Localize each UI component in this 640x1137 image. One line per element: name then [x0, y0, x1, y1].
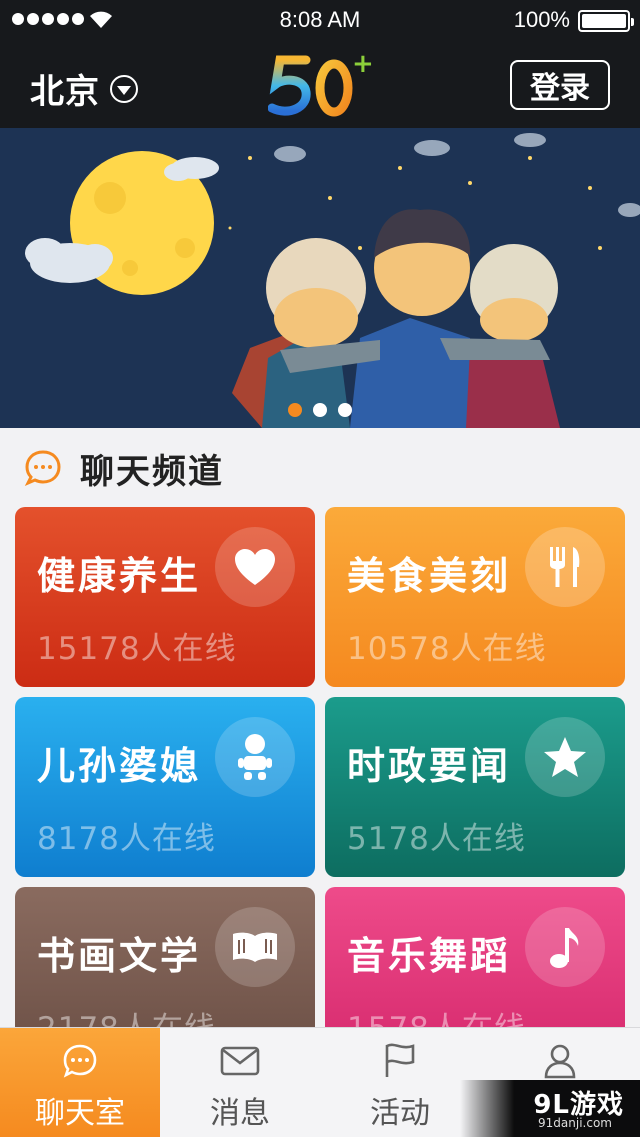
- envelope-icon: [220, 1044, 260, 1078]
- channel-card-family[interactable]: 儿孙婆媳 8178人在线: [15, 697, 315, 877]
- channel-card-news[interactable]: 时政要闻 5178人在线: [325, 697, 625, 877]
- city-selector[interactable]: 北京: [30, 64, 138, 113]
- top-header: 8:08 AM 100% 北京 + 登录: [0, 0, 640, 128]
- star-icon: [525, 717, 605, 797]
- channel-card-food[interactable]: 美食美刻 10578人在线: [325, 507, 625, 687]
- battery-icon: [578, 10, 634, 32]
- watermark-url: 91danji.com: [538, 1116, 612, 1130]
- svg-text:+: +: [352, 52, 374, 79]
- channel-title: 健康养生: [37, 554, 202, 598]
- app-screen: { "status_bar": { "time": "8:08 AM", "ba…: [0, 0, 640, 1137]
- user-icon: [543, 1044, 577, 1079]
- channel-card-health[interactable]: 健康养生 15178人在线: [15, 507, 315, 687]
- battery-percent: 100%: [513, 7, 570, 32]
- login-button[interactable]: 登录: [510, 60, 610, 110]
- tab-label: 聊天室: [35, 1096, 125, 1131]
- city-name: 北京: [30, 72, 100, 112]
- channel-title: 音乐舞蹈: [347, 934, 512, 978]
- carousel-indicator: [288, 403, 352, 417]
- carousel-dot[interactable]: [288, 403, 302, 417]
- tab-activities[interactable]: 活动: [320, 1028, 480, 1137]
- tab-label: 活动: [370, 1096, 430, 1131]
- channel-title: 书画文学: [37, 934, 202, 978]
- channel-title: 时政要闻: [347, 744, 512, 788]
- channel-title: 美食美刻: [347, 554, 512, 598]
- channel-online-count: 15178人在线: [37, 631, 237, 667]
- heart-icon: [215, 527, 295, 607]
- tab-messages[interactable]: 消息: [160, 1028, 320, 1137]
- baby-icon: [215, 717, 295, 797]
- channel-online-count: 5178人在线: [347, 821, 526, 857]
- music-note-icon: [525, 907, 605, 987]
- flag-icon: [383, 1043, 417, 1078]
- app-logo: +: [268, 52, 374, 117]
- watermark-logo: 9L游戏 91danji.com: [460, 1080, 640, 1137]
- chat-bubble-icon: [24, 450, 61, 486]
- carousel-dot[interactable]: [313, 403, 327, 417]
- tab-label: 消息: [210, 1096, 270, 1131]
- status-bar: 8:08 AM 100%: [0, 0, 640, 40]
- banner-carousel[interactable]: [0, 128, 640, 428]
- carousel-dot[interactable]: [338, 403, 352, 417]
- fork-knife-icon: [525, 527, 605, 607]
- banner-illustration: [0, 128, 640, 428]
- book-icon: [215, 907, 295, 987]
- chat-bubble-icon: [62, 1044, 98, 1078]
- tab-chatroom[interactable]: 聊天室: [0, 1028, 160, 1137]
- section-title: 聊天频道: [80, 451, 224, 492]
- channel-online-count: 10578人在线: [347, 631, 547, 667]
- channel-title: 儿孙婆媳: [37, 744, 202, 788]
- chevron-down-icon: [110, 74, 138, 103]
- section-header: 聊天频道: [24, 446, 224, 492]
- channel-online-count: 8178人在线: [37, 821, 216, 857]
